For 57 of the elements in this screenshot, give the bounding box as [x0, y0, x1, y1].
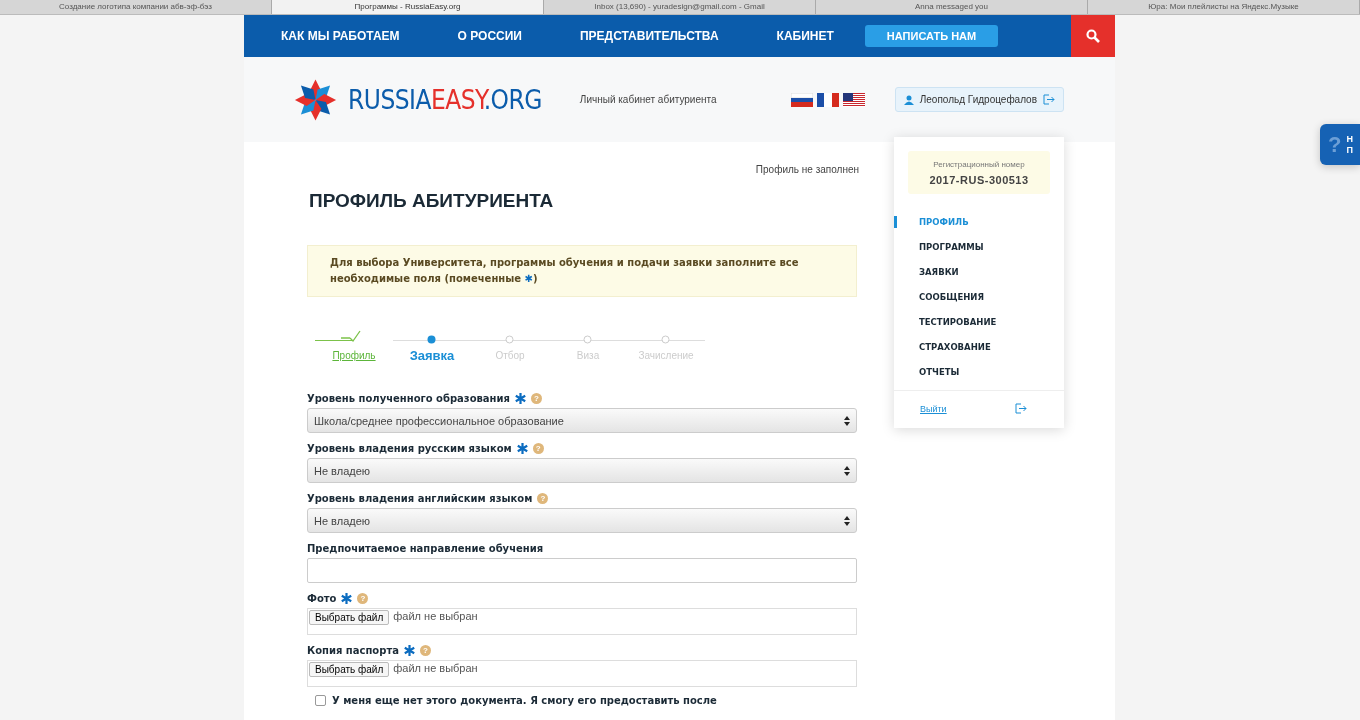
nav-link[interactable]: О РОССИИ [442, 29, 537, 43]
choose-file-button[interactable]: Выбрать файл [309, 662, 390, 677]
browser-tab[interactable]: Inbox (13,690) - yuradesign@gmail.com - Gmail [544, 0, 816, 14]
menu-item[interactable]: ТЕСТИРОВАНИЕ [894, 316, 1064, 341]
profile-status: Профиль не заполнен [754, 164, 859, 175]
file-status: файл не выбран [393, 662, 478, 674]
notice-text: Для выбора Университета, программы обучения и подачи заявки заполните все необходимые поля (помеченные ✱) [307, 245, 857, 297]
select-arrows-icon [844, 515, 850, 526]
nav-link[interactable]: КАК МЫ РАБОТАЕМ [266, 29, 415, 43]
field-label: Уровень владения английским языком [307, 492, 533, 504]
select-field[interactable]: Не владею [307, 508, 857, 533]
menu-item[interactable]: ПРОГРАММЫ [894, 241, 1064, 266]
page-title: ПРОФИЛЬ АБИТУРИЕНТА [309, 190, 555, 212]
field-label: Фото [307, 592, 337, 604]
menu-item[interactable]: ЗАЯВКИ [894, 266, 1064, 291]
registration-number: 2017-RUS-300513 [928, 174, 1030, 186]
user-button[interactable]: Леопольд Гидроцефалов [894, 87, 1064, 112]
user-icon [903, 94, 914, 105]
search-button[interactable] [1071, 15, 1115, 57]
logout-icon [1043, 94, 1055, 105]
field-label: Копия паспорта [307, 644, 399, 656]
menu-item[interactable]: ПРОФИЛЬ [894, 216, 1064, 228]
select-field[interactable]: Школа/среднее профессиональное образование [307, 408, 857, 433]
help-glyph: ? [1328, 131, 1342, 158]
search-icon [1086, 29, 1100, 43]
file-field[interactable]: Выбрать файл файл не выбран [307, 608, 857, 635]
field-label: Уровень владения русским языком [307, 442, 512, 454]
select-arrows-icon [844, 465, 850, 476]
input-field[interactable] [307, 558, 857, 583]
registration-label: Регистрационный номер [932, 160, 1026, 169]
flag-icon[interactable] [842, 92, 865, 107]
browser-tab[interactable]: Юра: Мои плейлисты на Яндекс.Музыке [1088, 0, 1360, 14]
help-text: П [1346, 144, 1353, 156]
checkbox-label: У меня еще нет этого документа. Я смогу его предоставить после [332, 695, 717, 706]
menu-item[interactable]: ОТЧЕТЫ [894, 366, 1064, 391]
help-text: Н [1346, 133, 1353, 145]
menu-item[interactable]: СТРАХОВАНИЕ [894, 341, 1064, 366]
logout-link[interactable]: Выйти [920, 403, 947, 414]
flag-icon[interactable] [816, 92, 839, 107]
step-label: Заявка [409, 348, 455, 363]
nav-link[interactable]: КАБИНЕТ [761, 29, 849, 43]
select-field[interactable]: Не владею [307, 458, 857, 483]
select-arrows-icon [844, 415, 850, 426]
file-field[interactable]: Выбрать файл файл не выбран [307, 660, 857, 687]
file-status: файл не выбран [393, 610, 478, 622]
field-label: Предпочитаемое направление обучения [307, 542, 544, 554]
checkbox[interactable] [315, 695, 326, 706]
cabinet-subtitle: Личный кабинет абитуриента [579, 94, 717, 105]
logout-icon[interactable] [1015, 403, 1027, 414]
menu-item[interactable]: СООБЩЕНИЯ [894, 291, 1064, 316]
choose-file-button[interactable]: Выбрать файл [309, 610, 390, 625]
logo-text: RUSSIAEASY.ORG [348, 84, 542, 115]
flag-icon[interactable] [790, 92, 813, 107]
field-label: Уровень полученного образования [307, 392, 510, 404]
browser-tab[interactable]: Anna messaged you [816, 0, 1088, 14]
nav-link[interactable]: ПРЕДСТАВИТЕЛЬСТВА [565, 29, 734, 43]
browser-tab[interactable]: Программы - RussiaEasy.org [272, 0, 544, 14]
